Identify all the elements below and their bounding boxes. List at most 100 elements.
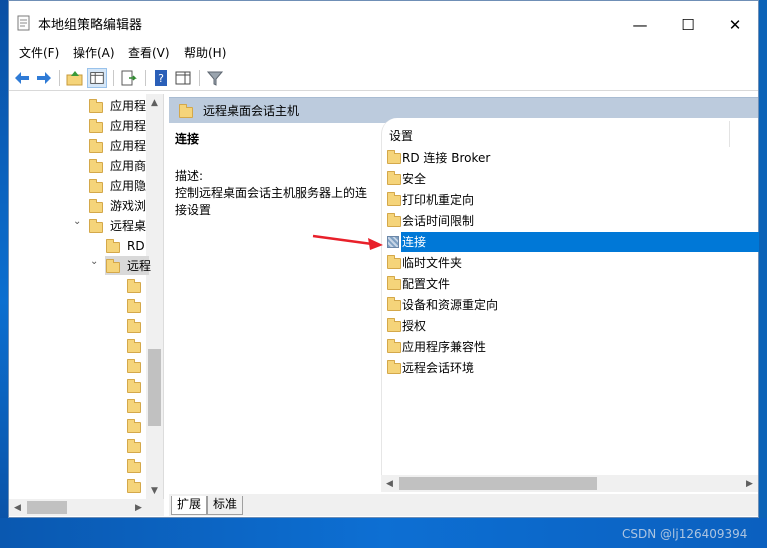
- scroll-thumb[interactable]: [27, 501, 67, 514]
- title-bar[interactable]: 本地组策略编辑器 — ☐ ✕: [9, 1, 758, 41]
- scroll-thumb[interactable]: [148, 349, 161, 426]
- column-header-settings[interactable]: 设置: [389, 127, 413, 144]
- tree-item[interactable]: 应用商: [9, 156, 149, 176]
- folder-icon: [106, 239, 120, 253]
- column-separator[interactable]: [729, 121, 730, 147]
- show-hide-action-pane-icon[interactable]: [173, 68, 193, 88]
- settings-list-item-label: 远程会话环境: [402, 361, 475, 375]
- settings-list-item-label: 连接: [402, 235, 427, 249]
- tree-item[interactable]: ⌄ 远程桌: [9, 216, 149, 236]
- tree-item-label: 远程: [127, 259, 152, 273]
- scroll-left-arrow-icon[interactable]: ◀: [381, 478, 398, 490]
- description-text: 控制远程桌面会话主机服务器上的连接设置: [175, 186, 368, 217]
- details-pane: 远程桌面会话主机 连接 描述: 控制远程桌面会话主机服务器上的连接设置 设置 R…: [169, 94, 759, 517]
- show-hide-tree-icon[interactable]: [87, 68, 107, 88]
- folder-icon: [127, 459, 141, 473]
- export-list-icon[interactable]: [119, 68, 139, 88]
- tree-item[interactable]: [9, 436, 149, 456]
- chevron-down-icon[interactable]: ⌄: [90, 257, 100, 267]
- settings-list-item[interactable]: 授权: [382, 316, 759, 337]
- tree-item-label: 远程桌: [110, 219, 147, 233]
- folder-icon: [127, 279, 141, 293]
- tree-item-label: 应用程: [110, 139, 147, 153]
- settings-list-item-label: 会话时间限制: [402, 214, 475, 228]
- tab-standard[interactable]: 标准: [207, 496, 244, 515]
- tree-item[interactable]: [9, 376, 149, 396]
- tree-horizontal-scrollbar[interactable]: ◀ ▶: [9, 499, 164, 516]
- forward-icon[interactable]: [34, 68, 54, 88]
- scroll-thumb[interactable]: [399, 477, 597, 490]
- tree-item-label: 应用程: [110, 119, 147, 133]
- filter-icon[interactable]: [205, 68, 225, 88]
- settings-list-item[interactable]: 远程会话环境: [382, 358, 759, 379]
- help-icon[interactable]: ?: [151, 68, 171, 88]
- toolbar-separator: [145, 70, 146, 86]
- scroll-right-arrow-icon[interactable]: ▶: [741, 478, 758, 490]
- tree-item[interactable]: [9, 356, 149, 376]
- scroll-left-arrow-icon[interactable]: ◀: [9, 502, 26, 514]
- menu-help[interactable]: 帮助(H): [184, 45, 226, 61]
- maximize-button[interactable]: ☐: [668, 11, 708, 39]
- minimize-button[interactable]: —: [620, 11, 660, 39]
- tree-item[interactable]: 应用程: [9, 116, 149, 136]
- up-folder-icon[interactable]: [65, 68, 85, 88]
- settings-list-item-label: 设备和资源重定向: [402, 298, 499, 312]
- folder-icon: [127, 299, 141, 313]
- settings-list-item[interactable]: 连接: [382, 232, 759, 253]
- folder-icon: [106, 259, 120, 273]
- settings-list-item[interactable]: 应用程序兼容性: [382, 337, 759, 358]
- tree-item[interactable]: RD: [9, 236, 149, 256]
- settings-list-item-label: 配置文件: [402, 277, 451, 291]
- description-title: 连接: [175, 132, 200, 146]
- settings-list-item[interactable]: 配置文件: [382, 274, 759, 295]
- settings-list-item[interactable]: 设备和资源重定向: [382, 295, 759, 316]
- close-button[interactable]: ✕: [715, 11, 755, 39]
- tree-item[interactable]: ⌄ 远程: [9, 256, 152, 276]
- settings-list[interactable]: 设置 RD 连接 Broker 安全打印机重定向 会话时间限制 连接临时文件夹配置文件…: [381, 118, 759, 492]
- watermark-text: CSDN @lj126409394: [622, 527, 748, 541]
- tree-item[interactable]: 应用隐: [9, 176, 149, 196]
- settings-list-item[interactable]: RD 连接 Broker: [382, 148, 759, 169]
- back-icon[interactable]: [12, 68, 32, 88]
- settings-list-item-label: 临时文件夹: [402, 256, 463, 270]
- tree-item[interactable]: 应用程: [9, 96, 149, 116]
- tree-item[interactable]: [9, 416, 149, 436]
- tree-item[interactable]: [9, 316, 149, 336]
- toolbar-separator: [59, 70, 60, 86]
- settings-list-item[interactable]: 打印机重定向: [382, 190, 759, 211]
- policy-editor-app-icon: [17, 15, 30, 31]
- tree-item-label: 应用商: [110, 159, 147, 173]
- tree-item[interactable]: [9, 456, 149, 476]
- folder-icon: [387, 297, 401, 311]
- settings-list-item-label: 打印机重定向: [402, 193, 475, 207]
- tree-pane[interactable]: ▲ ▼ 应用程 应用程 应用程 应用商 应用隐 游戏浏 ⌄ 远程桌 RD ⌄ 远程: [9, 94, 164, 499]
- folder-icon: [89, 119, 103, 133]
- tree-item[interactable]: [9, 476, 149, 496]
- menu-file[interactable]: 文件(F): [19, 45, 59, 61]
- tree-item[interactable]: [9, 276, 149, 296]
- tree-item[interactable]: [9, 336, 149, 356]
- tree-item[interactable]: 游戏浏: [9, 196, 149, 216]
- settings-list-item[interactable]: 会话时间限制: [382, 211, 759, 232]
- tab-extended[interactable]: 扩展: [171, 496, 208, 515]
- settings-list-item-label: 应用程序兼容性: [402, 340, 487, 354]
- settings-list-item[interactable]: 临时文件夹: [382, 253, 759, 274]
- scroll-right-arrow-icon[interactable]: ▶: [130, 502, 147, 514]
- toolbar-separator: [199, 70, 200, 86]
- chevron-down-icon[interactable]: ⌄: [73, 217, 83, 227]
- settings-list-item-label: 授权: [402, 319, 427, 333]
- folder-icon: [89, 99, 103, 113]
- folder-icon: [387, 150, 401, 164]
- menu-view[interactable]: 查看(V): [128, 45, 170, 61]
- tree-item[interactable]: [9, 296, 149, 316]
- menu-action[interactable]: 操作(A): [73, 45, 115, 61]
- tree-item[interactable]: 应用程: [9, 136, 149, 156]
- window-title: 本地组策略编辑器: [38, 18, 143, 33]
- menu-bar: 文件(F) 操作(A) 查看(V) 帮助(H): [9, 41, 758, 63]
- settings-list-item[interactable]: 安全: [382, 169, 759, 190]
- view-tabs: 扩展 标准: [169, 494, 758, 516]
- tree-item[interactable]: [9, 396, 149, 416]
- description-panel: 连接 描述: 控制远程桌面会话主机服务器上的连接设置: [169, 123, 381, 493]
- list-horizontal-scrollbar[interactable]: ◀ ▶: [381, 475, 758, 492]
- folder-icon: [387, 276, 401, 290]
